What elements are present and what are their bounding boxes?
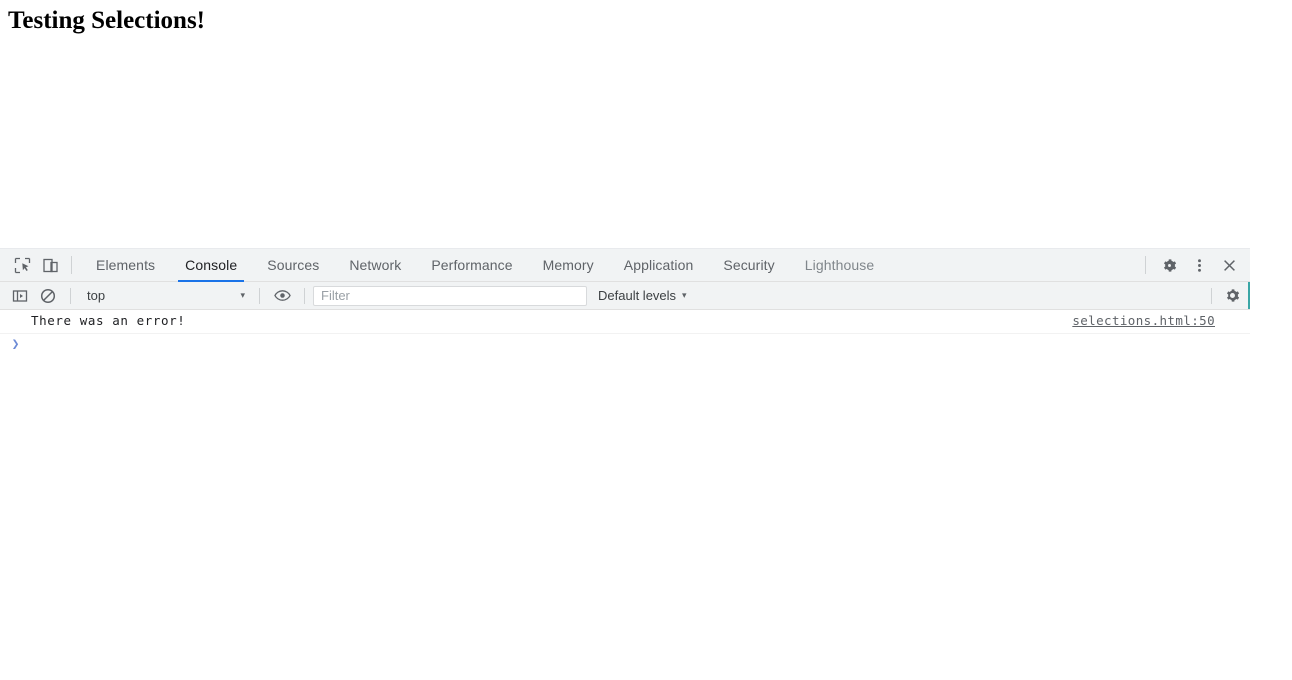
devtools-toolbar-actions (1145, 251, 1250, 279)
clear-console-icon[interactable] (34, 284, 62, 308)
tab-performance[interactable]: Performance (416, 249, 527, 282)
filterbar-divider-1 (70, 287, 71, 304)
page-content: Testing Selections! (0, 0, 1292, 248)
toolbar-divider (71, 256, 72, 274)
console-sidebar-icon[interactable] (6, 284, 34, 308)
console-prompt-row[interactable]: ❯ (0, 334, 1250, 358)
inspect-element-icon[interactable] (8, 252, 36, 278)
tab-label: Lighthouse (804, 257, 875, 273)
devtools-tabbar: Elements Console Sources Network Perform… (0, 249, 1250, 282)
javascript-context-selector[interactable]: top ▾ (79, 286, 251, 306)
kebab-menu-icon[interactable] (1184, 251, 1214, 279)
close-icon[interactable] (1214, 251, 1244, 279)
tab-label: Elements (96, 257, 156, 273)
toolbar-actions-divider (1145, 256, 1146, 274)
tab-security[interactable]: Security (708, 249, 789, 282)
tab-memory[interactable]: Memory (528, 249, 609, 282)
tab-label: Console (185, 257, 238, 273)
log-level-selector[interactable]: Default levels ▾ (598, 288, 687, 303)
devtools-tab-list: Elements Console Sources Network Perform… (81, 249, 1145, 282)
tab-label: Performance (431, 257, 513, 273)
console-filter-input[interactable] (313, 285, 587, 306)
filterbar-divider-4 (1211, 287, 1212, 304)
filterbar-divider-3 (304, 287, 305, 304)
tab-console[interactable]: Console (170, 249, 252, 282)
console-message-source-link[interactable]: selections.html:50 (1072, 312, 1215, 330)
tab-label: Application (623, 257, 694, 273)
prompt-chevron-icon: ❯ (11, 337, 20, 352)
console-settings-gear-icon[interactable] (1218, 284, 1246, 308)
tab-lighthouse[interactable]: Lighthouse (790, 249, 890, 282)
filterbar-actions (1211, 284, 1250, 308)
console-filter-bar: top ▾ Default levels ▾ (0, 282, 1250, 310)
console-message-row[interactable]: There was an error! selections.html:50 (0, 310, 1250, 334)
tab-application[interactable]: Application (609, 249, 709, 282)
panel-resize-handle[interactable] (1248, 282, 1250, 309)
tab-network[interactable]: Network (334, 249, 416, 282)
log-level-label: Default levels (598, 288, 677, 303)
chevron-down-icon: ▾ (682, 290, 687, 300)
live-expression-eye-icon[interactable] (268, 284, 296, 308)
tab-elements[interactable]: Elements (81, 249, 170, 282)
context-label: top (87, 288, 106, 303)
page-title: Testing Selections! (8, 7, 205, 34)
console-prompt-input[interactable] (31, 336, 1250, 354)
tab-sources[interactable]: Sources (252, 249, 334, 282)
device-toolbar-icon[interactable] (36, 252, 64, 278)
chevron-down-icon: ▾ (240, 290, 245, 300)
console-output: There was an error! selections.html:50 ❯ (0, 310, 1250, 679)
console-message-text: There was an error! (31, 313, 186, 328)
tab-label: Security (723, 257, 775, 273)
filterbar-divider-2 (259, 287, 260, 304)
tab-label: Memory (542, 257, 594, 273)
gear-icon[interactable] (1154, 251, 1184, 279)
devtools-panel: Elements Console Sources Network Perform… (0, 248, 1250, 680)
tab-label: Network (349, 257, 402, 273)
tab-label: Sources (267, 257, 320, 273)
